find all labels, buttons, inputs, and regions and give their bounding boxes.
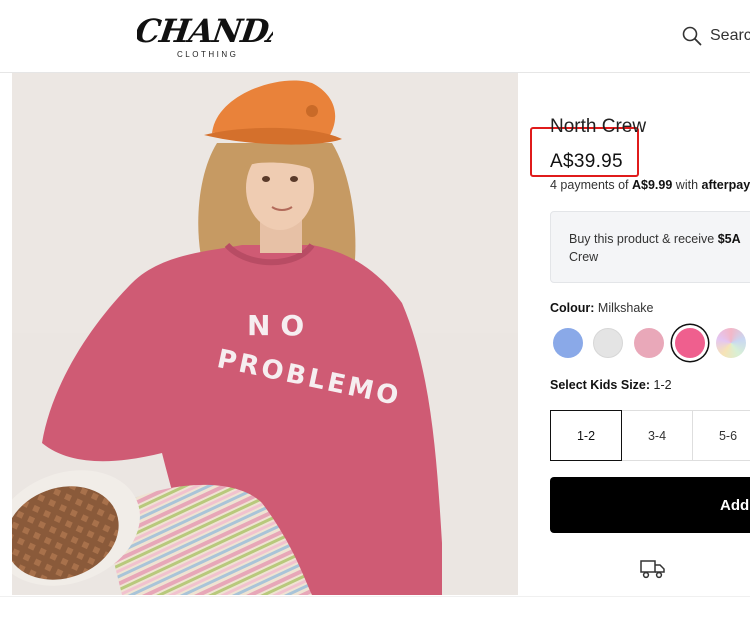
page-bottom-strip (0, 596, 750, 623)
afterpay-mid: with (675, 178, 699, 192)
logo-subtext: CLOTHING (177, 50, 238, 59)
colour-swatch-grey[interactable] (593, 328, 623, 358)
size-options: 1-2 3-4 5-6 (550, 410, 750, 461)
product-image[interactable]: NO PROBLEMO (12, 73, 518, 595)
svg-text:NO: NO (247, 309, 314, 342)
colour-swatch-multi[interactable] (716, 328, 746, 358)
afterpay-logo: afterpay (701, 178, 750, 192)
afterpay-info[interactable]: 4 payments of A$9.99 with afterpay (550, 178, 750, 192)
promo-text: Buy this product & receive (569, 232, 715, 246)
colour-swatch-light-pink[interactable] (634, 328, 664, 358)
colour-swatch-blue[interactable] (553, 328, 583, 358)
logo-graphic: CHANDA CLOTHING (137, 12, 273, 59)
size-option-5-6[interactable]: 5-6 (692, 410, 750, 461)
colour-selected-value: Milkshake (597, 301, 654, 315)
size-option-3-4[interactable]: 3-4 (621, 410, 693, 461)
promo-banner: Buy this product & receive $5A Crew (550, 211, 750, 283)
product-photo: NO PROBLEMO (12, 73, 518, 595)
colour-swatch-milkshake[interactable] (675, 328, 705, 358)
product-info-panel: North Crew A$39.95 4 payments of A$9.99 … (550, 0, 750, 596)
promo-amount: $5A (717, 232, 741, 246)
brand-logo[interactable]: CHANDA CLOTHING (137, 6, 273, 60)
colour-label: Colour: Milkshake (550, 301, 654, 315)
colour-label-title: Colour: (550, 301, 595, 315)
afterpay-amount: A$9.99 (632, 178, 673, 192)
delivery-truck-icon (640, 560, 665, 579)
size-selected-value: 1-2 (653, 378, 672, 392)
logo-wordmark: CHANDA (137, 12, 273, 50)
promo-text-line2: Crew (569, 250, 599, 264)
add-to-cart-button[interactable]: Add (550, 477, 750, 533)
afterpay-prefix: 4 payments of (550, 178, 629, 192)
size-label: Select Kids Size: 1-2 (550, 378, 672, 392)
size-option-1-2[interactable]: 1-2 (550, 410, 622, 461)
size-label-title: Select Kids Size: (550, 378, 651, 392)
product-price: A$39.95 (550, 151, 623, 172)
product-title: North Crew (550, 116, 647, 137)
add-to-cart-label: Add (720, 497, 750, 514)
